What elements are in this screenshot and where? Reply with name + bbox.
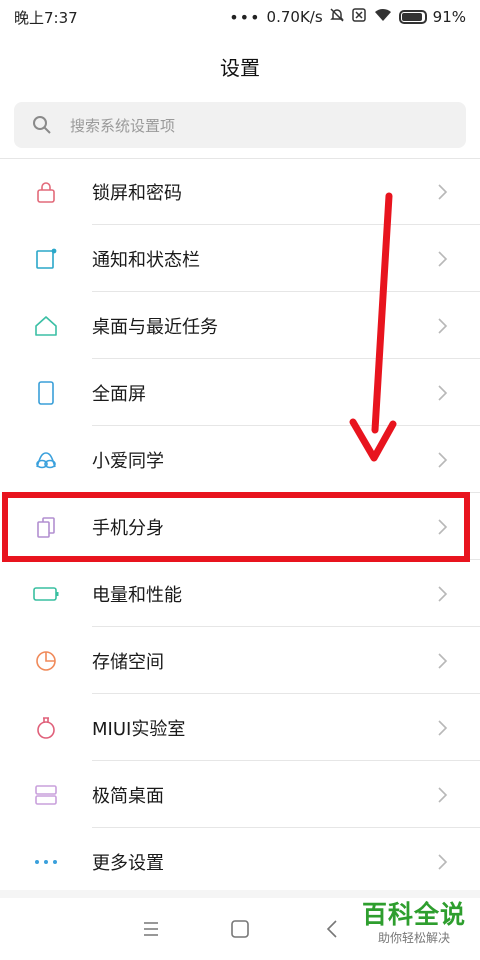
back-icon[interactable] [320, 916, 346, 942]
watermark-subtitle: 助你轻松解决 [377, 931, 450, 945]
home-button-icon[interactable] [227, 916, 253, 942]
watermark-logo: 百科全说 助你轻松解决 [352, 900, 476, 958]
menu-icon[interactable] [138, 916, 164, 942]
watermark-title: 百科全说 [361, 900, 466, 929]
red-arrow-icon [349, 192, 397, 462]
